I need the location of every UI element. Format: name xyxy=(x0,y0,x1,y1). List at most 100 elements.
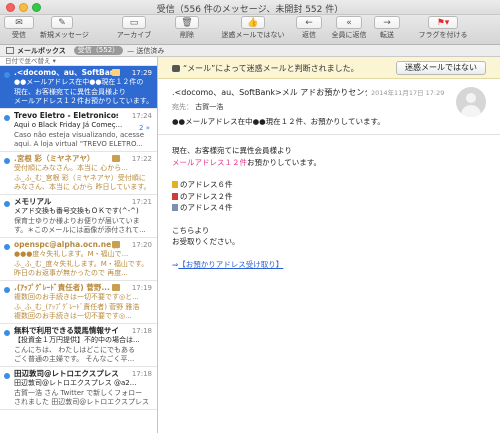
forward-button[interactable]: → 転送 xyxy=(374,16,400,44)
title-bar: 受信（556 件のメッセージ、未開封 552 件） xyxy=(0,0,500,15)
inbox-favorite[interactable]: 受信（552） xyxy=(73,46,124,55)
new-message-button[interactable]: ✎ 新規メッセージ xyxy=(40,16,89,44)
list-item-line-2: 保育士ゆりか様よりお便りが届いていま xyxy=(14,216,140,225)
window-title: 受信（556 件のメッセージ、未開封 552 件） xyxy=(156,5,344,15)
delete-button[interactable]: 🗑 削除 xyxy=(170,16,204,44)
list-item-line-2: ふ_ふ_む_度々失礼します。M・福山です。 xyxy=(14,259,149,268)
toolbar: ✉ 受信 ✎ 新規メッセージ ▭ アーカイブ 🗑 削除 👍 迷惑メールではない … xyxy=(0,15,500,45)
favorites-bar: メールボックス 受信（552） — 送信済み xyxy=(0,45,500,57)
reading-pane: “メール”によって迷惑メールと判断されました。 迷惑メールではない .<doco… xyxy=(158,57,500,433)
message-list-item[interactable]: .宮根 彩（ミヤネアヤ） 17:22 受付順にみなさん。本当に 心から... ふ_ふ_… xyxy=(0,152,157,195)
list-item-time: 17:18 xyxy=(131,370,152,378)
unread-dot-icon xyxy=(4,115,10,121)
flag-button[interactable]: ⚑▾ フラグを付ける xyxy=(412,16,474,44)
list-item-time: 17:19 xyxy=(131,284,152,292)
message-list-item[interactable]: Trevo Eletro - Eletronicos 17:24 Aqui o Bl… xyxy=(0,109,157,152)
reply-label: 返信 xyxy=(302,31,316,39)
message-list-item[interactable]: 田辺敦司@レトロエクスプレス 17:18 田辺敦司@レトロエクスプレス @a2...… xyxy=(0,367,157,410)
unread-dot-icon xyxy=(4,287,10,293)
compose-icon: ✎ xyxy=(51,16,73,29)
reply-icon: ← xyxy=(296,16,322,29)
list-item-from: .(ｱｯﾌﾟｸﾞﾚｰﾄﾞ責任者) 菅野... xyxy=(14,283,110,292)
message-list-item[interactable]: .(ｱｯﾌﾟｸﾞﾚｰﾄﾞ責任者) 菅野... 17:19 複数回のお手続きは一切不要… xyxy=(0,281,157,324)
item-1-text: のアドレス６件 xyxy=(180,180,233,189)
unread-dot-icon xyxy=(4,244,10,250)
archive-label: アーカイブ xyxy=(116,31,152,39)
envelope-icon: ✉ xyxy=(4,16,34,29)
message-list-item[interactable]: 無料で利用できる競馬情報サイト 17:18 【投資金１万円提供】不的中の場合は...… xyxy=(0,324,157,367)
sort-bar[interactable]: 日付で並べ替え ▾ xyxy=(0,57,157,66)
body-item-1: のアドレス６件 xyxy=(172,179,500,191)
attachment-icon xyxy=(112,284,120,291)
body-line-2: メールアドレス１２件お預かりしています。 xyxy=(172,157,500,169)
list-item-from: openspc@alpha.ocn.ne.jp xyxy=(14,240,118,249)
list-item-from: .<docomo、au、SoftBan... xyxy=(14,68,118,77)
list-item-from: 無料で利用できる競馬情報サイト xyxy=(14,326,118,335)
unread-dot-icon xyxy=(4,72,10,78)
list-item-time: 17:20 xyxy=(131,241,152,249)
message-date: 2014年11月17日 17:29 xyxy=(371,89,445,97)
message-list-item[interactable]: メモリアル 17:21 メアド交換も番号交換もＯＫです(^-^) 保育士ゆりか様よりお… xyxy=(0,195,157,238)
avatar-body-icon xyxy=(461,105,481,117)
archive-button[interactable]: ▭ アーカイブ xyxy=(114,16,154,44)
to-label: 宛先： xyxy=(172,103,193,111)
forward-icon: → xyxy=(374,16,400,29)
get-mail-button[interactable]: ✉ 受信 xyxy=(4,16,34,44)
thread-count-badge[interactable]: 2 » xyxy=(139,124,150,132)
list-item-line-2: こんにちは、 わたしはどこにでもある xyxy=(14,345,136,354)
get-mail-label: 受信 xyxy=(12,31,26,39)
junk-banner: “メール”によって迷惑メールと判断されました。 迷惑メールではない xyxy=(158,57,500,79)
receive-address-link[interactable]: 【お預かりアドレス受け取り】 xyxy=(178,260,283,269)
sidebar-toggle-icon[interactable] xyxy=(6,47,14,54)
reply-all-icon: « xyxy=(336,16,362,29)
body-closing-2: お受取りください。 xyxy=(172,237,240,246)
body-item-3: のアドレス４件 xyxy=(172,202,500,214)
sent-label: 送信済み xyxy=(136,46,165,55)
red-square-icon xyxy=(172,192,178,200)
list-item-line-1: 田辺敦司@レトロエクスプレス @a2... xyxy=(14,379,137,387)
body-item-2: のアドレス２件 xyxy=(172,191,500,203)
unread-dot-icon xyxy=(4,158,10,164)
item-2-text: のアドレス２件 xyxy=(180,191,233,201)
to-name[interactable]: 古賀一浩 xyxy=(195,103,223,111)
message-list-item[interactable]: .<docomo、au、SoftBan... 17:29 ●●メールアドレス在中●●… xyxy=(0,66,157,109)
unread-dot-icon xyxy=(4,201,10,207)
list-item-from: .宮根 彩（ミヤネアヤ） xyxy=(14,154,95,163)
list-item-from: メモリアル xyxy=(14,197,52,206)
message-subject: ●●メールアドレス在中●●現在１２件、お預かりしています。 xyxy=(172,117,385,126)
body-line-2-tail: お預かりしています。 xyxy=(247,157,322,167)
not-junk-banner-button[interactable]: 迷惑メールではない xyxy=(396,61,486,75)
message-list-items: .<docomo、au、SoftBan... 17:29 ●●メールアドレス在中●●… xyxy=(0,66,157,410)
message-list: 日付で並べ替え ▾ .<docomo、au、SoftBan... 17:29 ●●メ… xyxy=(0,57,158,433)
list-item-line-3: されました 田辺敦司@レトロエクスプレス xyxy=(14,398,150,406)
list-item-line-1: 【投資金１万円提供】不的中の場合は... xyxy=(14,336,140,344)
list-item-line-2: 現在、お客様宛てに異性会員様より xyxy=(14,87,126,96)
blue-square-icon xyxy=(172,204,178,211)
reply-button[interactable]: ← 返信 xyxy=(296,16,322,44)
message-from[interactable]: .<docomo、au、SoftBank>メル アドお預かりセンター. xyxy=(172,87,367,98)
not-junk-label: 迷惑メールではない xyxy=(221,31,285,39)
list-item-line-2: ふ_ふ_む_(ｱｯﾌﾟｸﾞﾚｰﾄﾞ責任者) 菅野 雅浩 xyxy=(14,302,140,311)
not-junk-button[interactable]: 👍 迷惑メールではない xyxy=(218,16,288,44)
list-item-line-1: ●●●度々失礼します。M・福山で... xyxy=(14,250,129,258)
list-item-line-1: ●●メールアドレス在中●●現在１２件の xyxy=(14,78,144,86)
body-link-line: ⇒【お預かりアドレス受け取り】 xyxy=(172,259,500,271)
list-item-time: 17:29 xyxy=(131,69,152,77)
item-3-text: のアドレス４件 xyxy=(180,203,233,212)
message-to: 宛先： 古賀一浩 xyxy=(172,102,500,112)
list-item-time: 17:24 xyxy=(131,112,152,120)
list-item-time: 17:18 xyxy=(131,327,152,335)
junk-banner-text-wrap: “メール”によって迷惑メールと判断されました。 xyxy=(172,63,359,74)
list-item-line-3: メールアドレス１２件お預かりしています。 xyxy=(14,97,153,105)
reply-all-button[interactable]: « 全員に返信 xyxy=(326,16,372,44)
flag-label: フラグを付ける xyxy=(418,31,468,39)
mailboxes-button[interactable]: メールボックス xyxy=(17,46,66,56)
list-item-line-3: 複数回のお手続きは一切不要です◎... xyxy=(14,312,132,320)
sent-favorite[interactable]: — 送信済み xyxy=(127,46,164,56)
list-item-line-1: 複数回のお手続きは一切不要です◎と... xyxy=(14,293,139,301)
new-message-label: 新規メッセージ xyxy=(40,31,89,39)
message-list-item[interactable]: openspc@alpha.ocn.ne.jp 17:20 ●●●度々失礼します。M… xyxy=(0,238,157,281)
list-item-line-3: ごく普通の主婦です。 そんなごく平... xyxy=(14,355,135,363)
delete-label: 削除 xyxy=(180,31,194,39)
message-header: .<docomo、au、SoftBank>メル アドお預かりセンター. 2014… xyxy=(158,79,500,135)
